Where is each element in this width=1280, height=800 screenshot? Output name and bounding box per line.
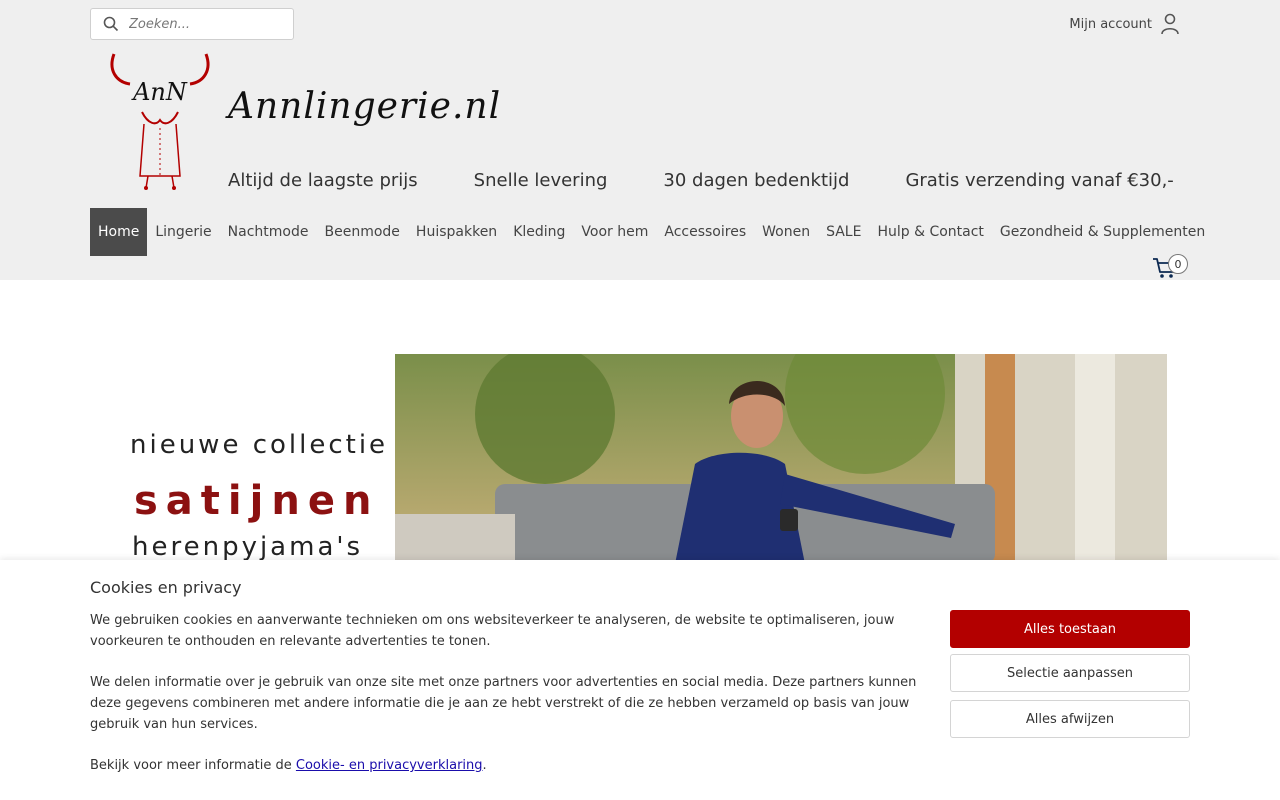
site-header: Mijn account AnN Annlingerie.nl Altijd d… bbox=[0, 0, 1280, 280]
cookie-paragraph-1: We gebruiken cookies en aanverwante tech… bbox=[90, 613, 895, 649]
nav-item-home[interactable]: Home bbox=[90, 208, 148, 256]
nav-item-beenmode[interactable]: Beenmode bbox=[317, 208, 408, 256]
cookie-title: Cookies en privacy bbox=[90, 578, 242, 597]
cookie-paragraph-2: We delen informatie over je gebruik van … bbox=[90, 675, 917, 732]
accept-all-button[interactable]: Alles toestaan bbox=[950, 610, 1190, 648]
cart-count-badge: 0 bbox=[1168, 254, 1188, 274]
brand-name[interactable]: Annlingerie.nl bbox=[228, 86, 501, 127]
banner-line-pajamas: herenpyjama's bbox=[132, 532, 364, 562]
account-label: Mijn account bbox=[1069, 16, 1152, 32]
usp-return-period: 30 dagen bedenktijd bbox=[663, 170, 850, 191]
banner-line-new-collection: nieuwe collectie bbox=[130, 430, 389, 460]
usp-lowest-price: Altijd de laagste prijs bbox=[228, 170, 418, 191]
nav-item-sale[interactable]: SALE bbox=[818, 208, 869, 256]
usp-bar: Altijd de laagste prijs Snelle levering … bbox=[228, 170, 1174, 191]
nav-item-accessoires[interactable]: Accessoires bbox=[656, 208, 754, 256]
nav-item-lingerie[interactable]: Lingerie bbox=[147, 208, 219, 256]
search-input[interactable] bbox=[129, 16, 289, 32]
site-logo[interactable]: AnN bbox=[104, 50, 216, 192]
cart-button[interactable]: 0 bbox=[1152, 252, 1192, 282]
nav-item-hulp-contact[interactable]: Hulp & Contact bbox=[869, 208, 991, 256]
user-icon bbox=[1161, 13, 1179, 35]
privacy-statement-link[interactable]: Cookie- en privacyverklaring bbox=[296, 758, 483, 773]
logo-graphic: AnN bbox=[110, 53, 210, 190]
logo-text: AnN bbox=[131, 78, 188, 106]
banner-line-satin: satijnen bbox=[134, 478, 380, 524]
usp-fast-delivery: Snelle levering bbox=[473, 170, 608, 191]
account-link[interactable]: Mijn account bbox=[1069, 12, 1180, 36]
search-icon bbox=[103, 16, 119, 32]
hero-photo bbox=[395, 354, 1167, 564]
nav-item-kleding[interactable]: Kleding bbox=[505, 208, 573, 256]
usp-free-shipping: Gratis verzending vanaf €30,- bbox=[905, 170, 1174, 191]
reject-all-button[interactable]: Alles afwijzen bbox=[950, 700, 1190, 738]
search-box[interactable] bbox=[90, 8, 294, 40]
nav-item-voor-hem[interactable]: Voor hem bbox=[573, 208, 656, 256]
cookie-paragraph-3: Bekijk voor meer informatie de Cookie- e… bbox=[90, 755, 930, 776]
customize-selection-button[interactable]: Selectie aanpassen bbox=[950, 654, 1190, 692]
nav-item-nachtmode[interactable]: Nachtmode bbox=[220, 208, 317, 256]
cookie-more-info-period: . bbox=[482, 758, 487, 773]
cookie-banner: Cookies en privacy We gebruiken cookies … bbox=[0, 560, 1280, 800]
nav-item-wonen[interactable]: Wonen bbox=[754, 208, 818, 256]
nav-item-huispakken[interactable]: Huispakken bbox=[408, 208, 505, 256]
main-navigation: Home Lingerie Nachtmode Beenmode Huispak… bbox=[90, 208, 1213, 256]
hero-banner-image[interactable] bbox=[395, 354, 1167, 564]
cookie-more-info-text: Bekijk voor meer informatie de bbox=[90, 758, 296, 773]
nav-item-gezondheid[interactable]: Gezondheid & Supplementen bbox=[992, 208, 1213, 256]
